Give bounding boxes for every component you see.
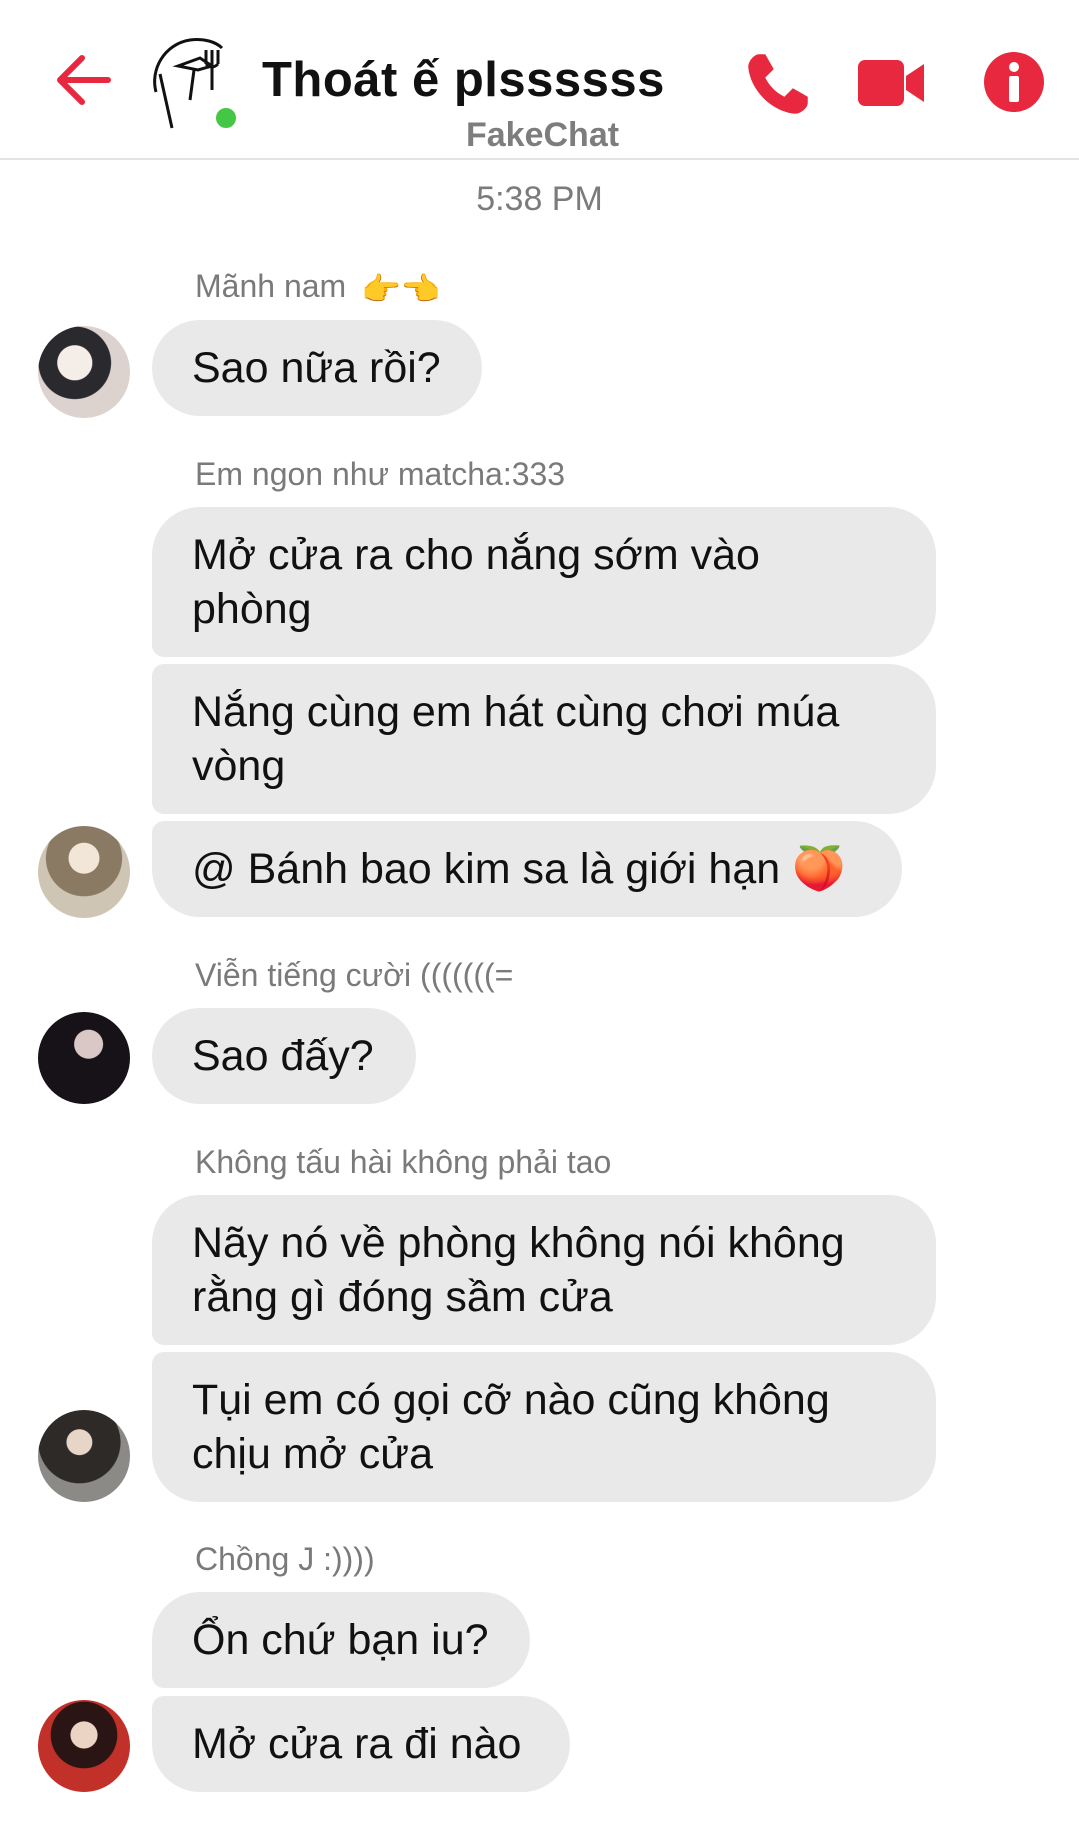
sender-name: Không tấu hài không phải tao <box>195 1144 612 1180</box>
avatar[interactable] <box>38 326 130 418</box>
back-arrow-icon[interactable] <box>50 48 114 112</box>
message-bubble[interactable]: Nắng cùng em hát cùng chơi múa vòng <box>152 664 936 814</box>
message-bubble[interactable]: Mở cửa ra đi nào <box>152 1696 570 1792</box>
online-status-dot <box>212 104 240 132</box>
message-bubble[interactable]: Mở cửa ra cho nắng sớm vào phòng <box>152 507 936 657</box>
peach-emoji: 🍑 <box>792 845 846 893</box>
sender-name: Em ngon như matcha:333 <box>195 456 566 492</box>
avatar[interactable] <box>38 1410 130 1502</box>
phone-icon[interactable] <box>744 50 812 118</box>
chat-header: Thoát ế plssssss FakeChat <box>0 0 1079 160</box>
message-bubble[interactable]: Ổn chứ bạn iu? <box>152 1592 530 1688</box>
video-camera-icon[interactable] <box>856 54 926 112</box>
chat-title: Thoát ế plssssss <box>262 53 665 107</box>
message-bubble[interactable]: @ Bánh bao kim sa là giới hạn 🍑 <box>152 821 902 917</box>
message-bubble[interactable]: Sao nữa rồi? <box>152 320 482 416</box>
sender-name: Viễn tiếng cười (((((((= <box>195 957 514 993</box>
message-bubble[interactable]: Sao đấy? <box>152 1008 416 1104</box>
avatar[interactable] <box>38 826 130 918</box>
info-icon[interactable] <box>982 50 1046 114</box>
avatar[interactable] <box>38 1012 130 1104</box>
message-bubble[interactable]: Tụi em có gọi cỡ nào cũng không chịu mở … <box>152 1352 936 1502</box>
message-timestamp: 5:38 PM <box>476 180 603 218</box>
avatar[interactable] <box>38 1700 130 1792</box>
pointing-fingers-emoji: 👉👈 <box>361 270 441 307</box>
message-bubble[interactable]: Nãy nó về phòng không nói không rằng gì … <box>152 1195 936 1345</box>
chat-subtitle: FakeChat <box>466 116 620 154</box>
sender-name: Mãnh nam 👉👈 <box>195 268 441 307</box>
sender-name: Chồng J :)))) <box>195 1541 375 1577</box>
